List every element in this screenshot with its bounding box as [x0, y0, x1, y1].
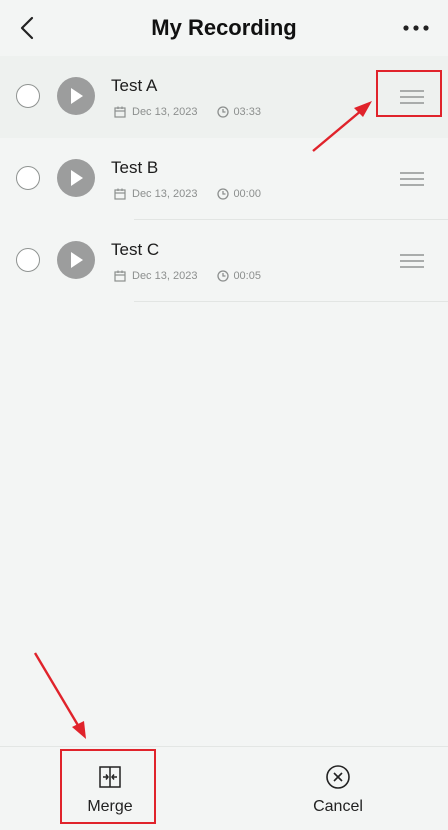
recording-date: Dec 13, 2023: [132, 270, 198, 282]
clock-icon: [217, 188, 230, 200]
more-options-button[interactable]: [402, 16, 430, 40]
play-button[interactable]: [57, 241, 95, 279]
drag-handle[interactable]: [400, 169, 426, 187]
select-checkbox[interactable]: [16, 248, 40, 272]
drag-handle-highlight-box: [376, 70, 442, 117]
page-title: My Recording: [151, 15, 297, 40]
chevron-left-icon: [20, 16, 34, 40]
recording-date: Dec 13, 2023: [132, 188, 198, 200]
play-button[interactable]: [57, 159, 95, 197]
cancel-label: Cancel: [313, 798, 363, 815]
calendar-icon: [114, 188, 126, 200]
arrow-to-merge: [33, 652, 81, 728]
recording-meta: Dec 13, 2023 00:05: [114, 269, 261, 283]
back-button[interactable]: [14, 14, 40, 42]
more-dots-icon: [403, 25, 429, 31]
row-divider: [134, 301, 448, 302]
play-icon: [71, 170, 83, 186]
play-button[interactable]: [57, 77, 95, 115]
calendar-icon: [114, 270, 126, 282]
clock-icon: [217, 270, 230, 282]
clock-icon: [217, 106, 230, 118]
select-checkbox[interactable]: [16, 166, 40, 190]
recording-title: Test A: [111, 76, 158, 95]
recording-meta: Dec 13, 2023 03:33: [114, 105, 261, 119]
merge-highlight-box: [60, 749, 156, 824]
play-icon: [71, 252, 83, 268]
recording-title: Test B: [111, 158, 159, 177]
recording-title: Test C: [111, 240, 160, 259]
recording-duration: 03:33: [233, 106, 261, 118]
recording-duration: 00:00: [233, 188, 261, 200]
select-checkbox[interactable]: [16, 84, 40, 108]
recording-date: Dec 13, 2023: [132, 106, 198, 118]
drag-handle[interactable]: [400, 251, 426, 269]
recording-meta: Dec 13, 2023 00:00: [114, 187, 261, 201]
app-header: My Recording: [0, 0, 448, 56]
recording-row[interactable]: Test C Dec 13, 2023 00:05: [0, 220, 448, 302]
cancel-circle-icon: [326, 765, 350, 789]
calendar-icon: [114, 106, 126, 118]
recording-row[interactable]: Test B Dec 13, 2023 00:00: [0, 138, 448, 220]
arrow-head-icon: [72, 721, 86, 739]
cancel-button[interactable]: Cancel: [278, 747, 398, 829]
play-icon: [71, 88, 83, 104]
recording-duration: 00:05: [233, 270, 261, 282]
